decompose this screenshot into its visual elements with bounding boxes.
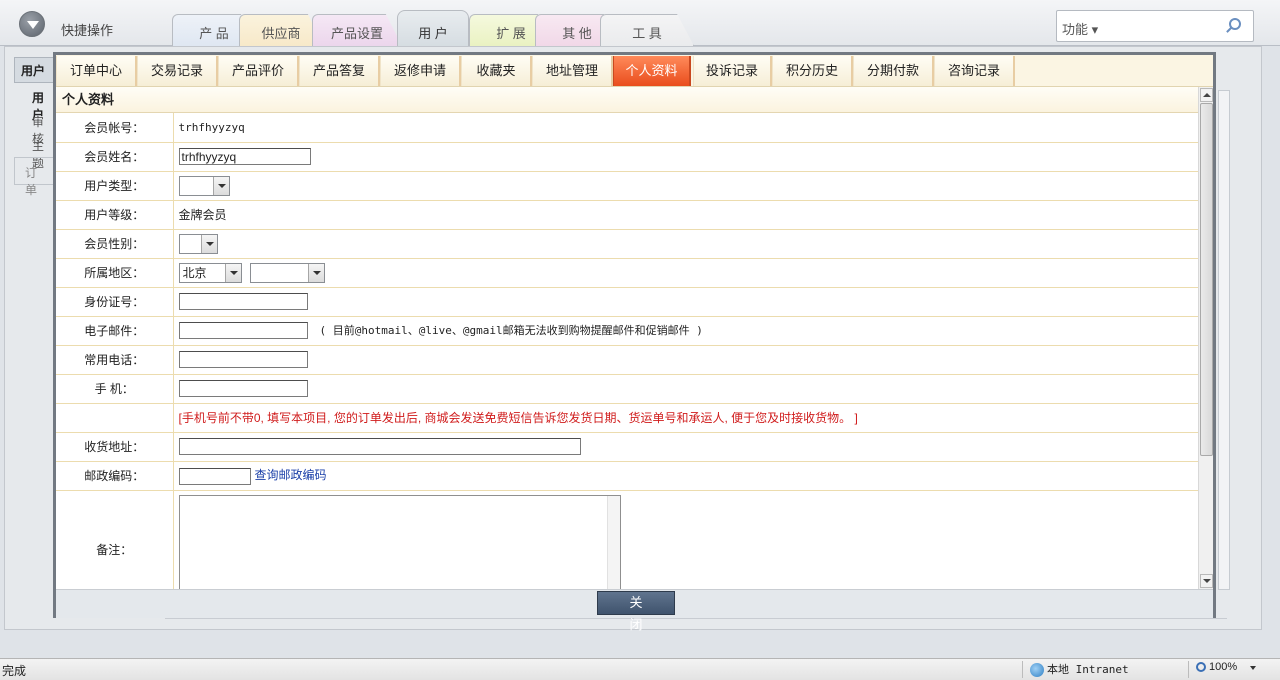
row-mobile: 手 机： [56,374,1198,404]
account-value: trhfhyyzyq [173,113,1198,143]
content-scrollbar[interactable] [1198,87,1213,589]
function-search[interactable]: 功能 ▾ [1056,10,1254,42]
collapse-down-icon[interactable] [19,11,45,37]
dialog-footer: 关闭 [56,589,1213,632]
tab-address-management[interactable]: 地址管理 [532,56,613,86]
remark-label: 备注： [56,490,174,589]
region-label: 所属地区： [56,258,174,288]
bg-item-orders[interactable]: 订单 [14,157,54,197]
row-region: 所属地区： 北京 [56,258,1198,288]
phone-label: 常用电话： [56,345,174,375]
bg-tab-users[interactable]: 用户 [14,57,54,83]
name-label: 会员姓名： [56,142,174,172]
tab-repair-requests[interactable]: 返修申请 [380,56,461,86]
top-toolbar: 快捷操作 产 品 供应商 产品设置 用 户 扩 展 其 他 工 具 功能 ▾ [0,0,1280,46]
mobile-note: [手机号前不带0, 填写本项目, 您的订单发出后, 商城会发送免费短信告诉您发货… [178,411,858,425]
tab-inquiries[interactable]: 咨询记录 [934,56,1015,86]
app-window: 快捷操作 产 品 供应商 产品设置 用 户 扩 展 其 他 工 具 功能 ▾ 用… [0,0,1280,658]
quick-actions-label[interactable]: 快捷操作 [61,20,113,39]
profile-form: 会员帐号： trhfhyyzyq 会员姓名： trhfhyyzyq 用户类型： … [56,113,1198,589]
status-text: 完成 [2,664,27,678]
tab-product-reviews[interactable]: 产品评价 [218,56,299,86]
name-input[interactable]: trhfhyyzyq [178,148,311,165]
background-left-menu: 用户 用户 审核 主题 订单 [14,57,54,197]
zip-input[interactable] [178,467,251,485]
row-remark: 备注： [56,490,1198,589]
level-value: 金牌会员 [173,200,1198,230]
scroll-thumb[interactable] [1200,103,1213,456]
row-zip: 邮政编码： 查询邮政编码 [56,461,1198,491]
zoom-dropdown-icon[interactable] [1250,666,1256,670]
user-type-select[interactable] [178,175,230,196]
section-title: 个人资料 [56,87,1198,113]
tab-points-history[interactable]: 积分历史 [772,56,853,86]
idcard-label: 身份证号： [56,287,174,317]
email-note: ( 目前@hotmail、@live、@gmail邮箱无法收到购物提醒邮件和促销… [319,323,703,337]
address-label: 收货地址： [56,432,174,462]
row-user-type: 用户类型： [56,171,1198,201]
tab-users[interactable]: 用 户 [397,10,469,46]
row-gender: 会员性别： [56,229,1198,259]
scroll-up-icon[interactable] [1200,88,1213,102]
tab-product-settings[interactable]: 产品设置 [312,14,402,46]
gender-label: 会员性别： [56,229,174,259]
idcard-input[interactable] [178,293,308,310]
status-bar: 完成 本地 Intranet 100% [0,658,1280,680]
chevron-down-icon[interactable] [200,234,217,253]
dialog-tabs: 订单中心 交易记录 产品评价 产品答复 返修申请 收藏夹 地址管理 个人资料 投… [56,55,1213,87]
remark-textarea[interactable] [178,494,621,589]
zoom-control[interactable]: 100% [1196,661,1237,673]
mobile-input[interactable] [178,380,308,397]
tab-personal-profile[interactable]: 个人资料 [613,56,691,86]
chevron-down-icon[interactable] [308,263,325,282]
phone-input[interactable] [178,351,308,368]
gender-select[interactable] [178,233,218,254]
background-scrollbar[interactable] [1218,90,1230,590]
textarea-scrollbar[interactable] [606,495,620,589]
zoom-icon [1196,662,1206,673]
account-label: 会员帐号： [56,113,174,143]
row-mobile-note: [手机号前不带0, 填写本项目, 您的订单发出后, 商城会发送免费短信告诉您发货… [56,403,1198,433]
function-select[interactable]: 功能 ▾ [1062,19,1098,38]
level-label: 用户等级： [56,200,174,230]
row-idcard: 身份证号： [56,287,1198,317]
background-divider [165,618,1227,628]
zoom-value: 100% [1209,661,1238,673]
email-label: 电子邮件： [56,316,174,346]
member-dialog: 订单中心 交易记录 产品评价 产品答复 返修申请 收藏夹 地址管理 个人资料 投… [53,52,1216,632]
zone-text: 本地 Intranet [1047,663,1129,676]
row-level: 用户等级： 金牌会员 [56,200,1198,230]
tab-suppliers[interactable]: 供应商 [239,14,323,46]
tab-installments[interactable]: 分期付款 [853,56,934,86]
province-value: 北京 [182,265,207,280]
profile-content: 个人资料 会员帐号： trhfhyyzyq 会员姓名： trhfhyyzyq 用… [56,87,1198,589]
search-icon[interactable] [1229,18,1241,30]
security-zone: 本地 Intranet [1030,661,1129,677]
city-select[interactable] [250,262,326,283]
mobile-label: 手 机： [56,374,174,404]
user-type-label: 用户类型： [56,171,174,201]
zip-lookup-link[interactable]: 查询邮政编码 [255,468,327,482]
chevron-down-icon[interactable] [212,176,229,195]
row-address: 收货地址： [56,432,1198,462]
address-input[interactable] [178,438,581,455]
row-name: 会员姓名： trhfhyyzyq [56,142,1198,172]
email-input[interactable] [178,322,308,340]
close-button[interactable]: 关闭 [597,591,675,632]
tab-transactions[interactable]: 交易记录 [137,56,218,86]
tab-complaints[interactable]: 投诉记录 [693,56,772,86]
scroll-down-icon[interactable] [1200,574,1213,588]
row-account: 会员帐号： trhfhyyzyq [56,113,1198,143]
province-select[interactable]: 北京 [178,262,242,283]
row-email: 电子邮件： ( 目前@hotmail、@live、@gmail邮箱无法收到购物提… [56,316,1198,346]
globe-icon [1030,663,1044,677]
tab-order-center[interactable]: 订单中心 [56,56,137,86]
chevron-down-icon[interactable] [224,263,241,282]
row-phone: 常用电话： [56,345,1198,375]
tab-product-replies[interactable]: 产品答复 [299,56,380,86]
zip-label: 邮政编码： [56,461,174,491]
tab-favorites[interactable]: 收藏夹 [461,56,532,86]
tab-tools[interactable]: 工 具 [600,14,694,46]
